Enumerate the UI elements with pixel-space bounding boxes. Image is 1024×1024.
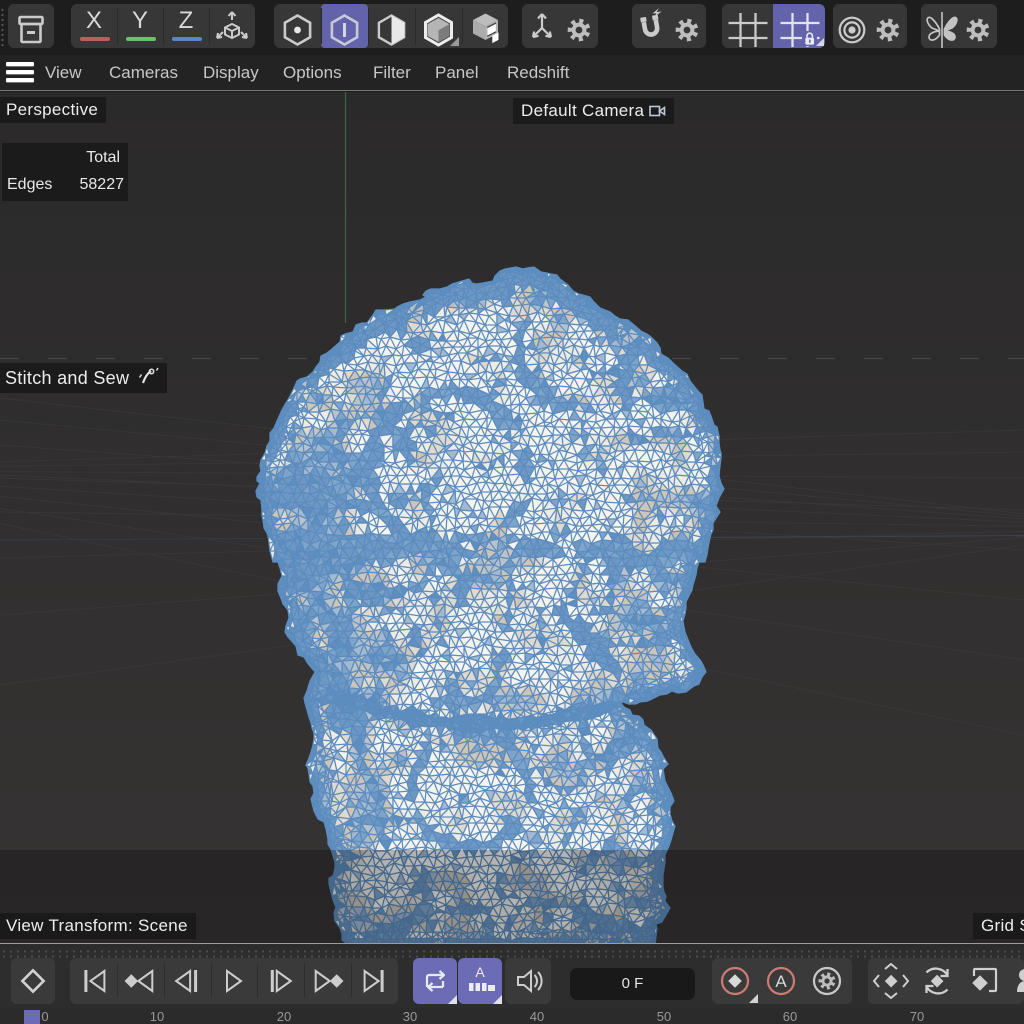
svg-text:A: A bbox=[775, 972, 787, 991]
svg-text:A: A bbox=[475, 964, 485, 980]
